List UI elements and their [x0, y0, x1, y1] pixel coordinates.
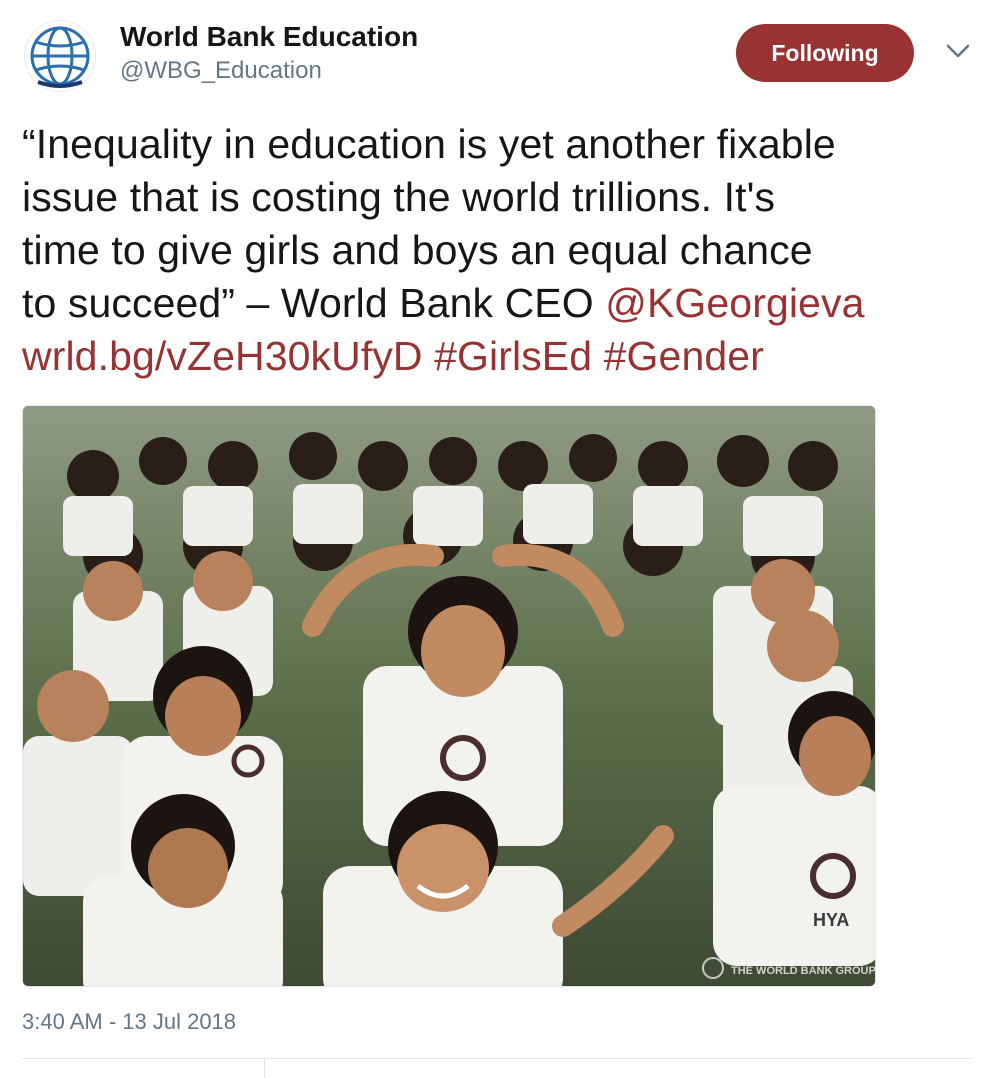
- shirt-print: HYA: [813, 910, 849, 930]
- avatar[interactable]: [24, 20, 96, 92]
- hashtag-girlsed[interactable]: #GirlsEd: [434, 333, 592, 379]
- display-name[interactable]: World Bank Education: [120, 20, 418, 54]
- user-handle[interactable]: @WBG_Education: [120, 56, 322, 86]
- tweet-line: time to give girls and boys an equal cha…: [22, 227, 813, 273]
- tweet-photo[interactable]: HYA THE WORLD BANK GROUP: [22, 405, 876, 987]
- mention-link[interactable]: @KGeorgieva: [605, 280, 864, 326]
- tweet-text: “Inequality in education is yet another …: [22, 118, 992, 383]
- url-link[interactable]: wrld.bg/vZeH30kUfyD: [22, 333, 423, 379]
- tweet-line: issue that is costing the world trillion…: [22, 174, 776, 220]
- tweet-timestamp[interactable]: 3:40 AM - 13 Jul 2018: [22, 1008, 236, 1036]
- globe-icon: [30, 26, 90, 88]
- chevron-down-icon[interactable]: [944, 40, 972, 64]
- hashtag-gender[interactable]: #Gender: [604, 333, 764, 379]
- tweet-line-text: to succeed” – World Bank CEO: [22, 280, 606, 326]
- photo-watermark: THE WORLD BANK GROUP: [731, 965, 875, 977]
- tweet-line: “Inequality in education is yet another …: [22, 121, 836, 167]
- children-photo: HYA THE WORLD BANK GROUP: [23, 406, 875, 986]
- divider: [22, 1058, 972, 1059]
- tweet-line: to succeed” – World Bank CEO @KGeorgieva: [22, 277, 992, 330]
- divider: [264, 1059, 265, 1078]
- following-button[interactable]: Following: [736, 24, 914, 82]
- tweet-line: wrld.bg/vZeH30kUfyD #GirlsEd #Gender: [22, 330, 992, 383]
